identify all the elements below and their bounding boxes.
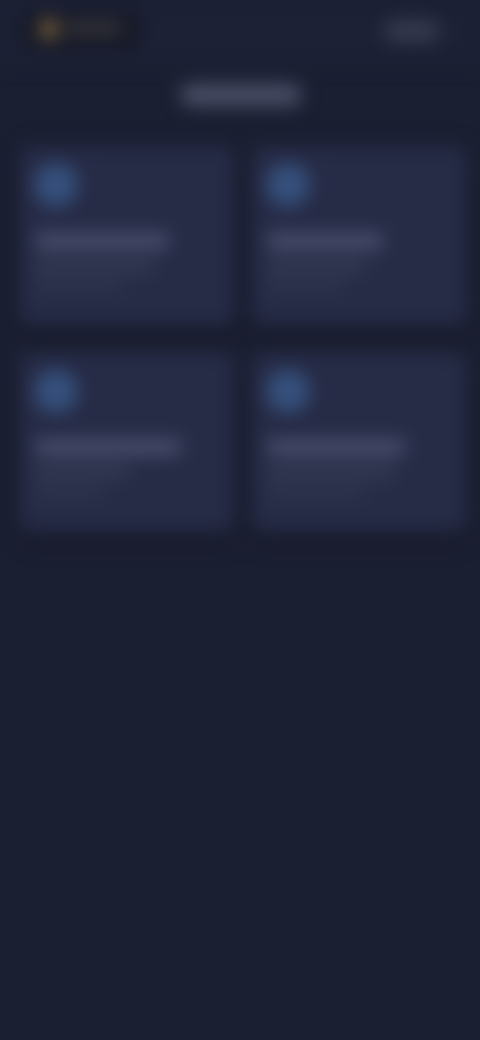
- top-header: [0, 0, 480, 64]
- category-icon: [266, 163, 310, 207]
- card-title: [34, 233, 170, 249]
- category-icon: [34, 369, 78, 413]
- card-subtitle: [266, 467, 396, 477]
- card-meta: [34, 487, 104, 497]
- logo-wordmark: [66, 22, 124, 34]
- card-meta: [266, 281, 346, 291]
- logo-icon: [38, 18, 60, 40]
- card-title: [266, 439, 406, 455]
- card-title: [266, 233, 384, 249]
- category-icon: [34, 163, 78, 207]
- grid-card[interactable]: [250, 351, 468, 533]
- grid-card[interactable]: [18, 145, 236, 327]
- header-action-button[interactable]: [384, 20, 440, 42]
- app-screen: [0, 0, 480, 1040]
- category-icon: [266, 369, 310, 413]
- page-title: [180, 84, 302, 106]
- card-grid: [18, 145, 468, 535]
- card-subtitle: [34, 467, 130, 477]
- grid-card[interactable]: [18, 351, 236, 533]
- card-meta: [266, 487, 366, 497]
- card-subtitle: [34, 261, 154, 271]
- card-subtitle: [266, 261, 366, 271]
- grid-card[interactable]: [250, 145, 468, 327]
- card-title: [34, 439, 182, 455]
- card-meta: [34, 281, 124, 291]
